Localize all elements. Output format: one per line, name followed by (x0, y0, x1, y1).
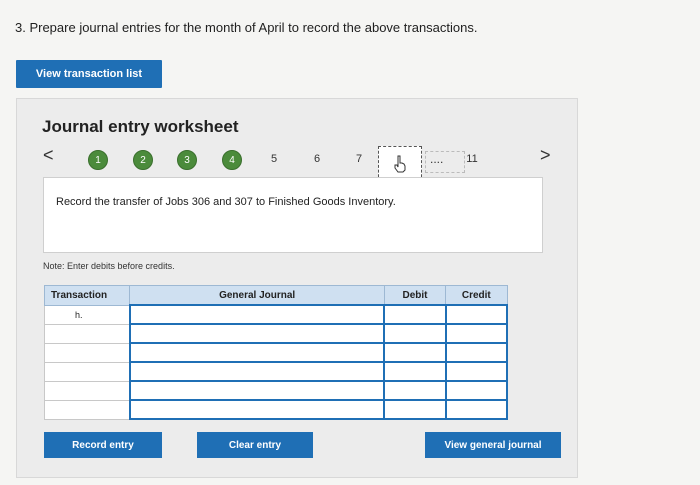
transaction-cell (43, 361, 131, 382)
step-7[interactable]: 7 (350, 150, 368, 168)
step-5[interactable]: 5 (265, 150, 283, 168)
credit-input[interactable] (444, 361, 509, 382)
account-select[interactable] (128, 323, 386, 344)
credit-input[interactable] (444, 399, 509, 420)
debit-input[interactable] (383, 323, 447, 344)
worksheet-title: Journal entry worksheet (42, 117, 239, 136)
record-entry-button[interactable]: Record entry (44, 432, 162, 458)
credit-input[interactable] (444, 304, 509, 325)
table-row (43, 361, 509, 382)
credit-input[interactable] (444, 380, 509, 401)
transaction-cell: h. (43, 304, 131, 325)
account-select[interactable] (128, 304, 386, 325)
more-steps[interactable]: .... (425, 151, 465, 173)
question-text: 3. Prepare journal entries for the month… (15, 20, 478, 35)
view-transaction-list-button[interactable]: View transaction list (16, 60, 162, 88)
step-1[interactable]: 1 (88, 150, 108, 170)
step-6[interactable]: 6 (308, 150, 326, 168)
step-2[interactable]: 2 (133, 150, 153, 170)
credit-input[interactable] (444, 342, 509, 363)
account-select[interactable] (128, 361, 386, 382)
transaction-cell (43, 323, 131, 344)
next-arrow-icon[interactable]: > (540, 145, 551, 166)
step-11[interactable]: 11 (463, 150, 481, 168)
header-credit: Credit (445, 285, 508, 306)
header-transaction: Transaction (43, 285, 131, 306)
clear-entry-button[interactable]: Clear entry (197, 432, 313, 458)
header-debit: Debit (383, 285, 447, 306)
debit-input[interactable] (383, 304, 447, 325)
prev-arrow-icon[interactable]: < (43, 145, 54, 166)
instruction-box: Record the transfer of Jobs 306 and 307 … (43, 177, 543, 253)
account-select[interactable] (128, 342, 386, 363)
step-4[interactable]: 4 (222, 150, 242, 170)
table-row: h. (43, 304, 509, 325)
transaction-cell (43, 342, 131, 363)
journal-entry-worksheet: Journal entry worksheet < > 1 2 3 4 5 6 … (16, 98, 578, 478)
journal-table: Transaction General Journal Debit Credit… (43, 285, 509, 420)
table-header-row: Transaction General Journal Debit Credit (43, 285, 508, 306)
debit-input[interactable] (383, 380, 447, 401)
credit-input[interactable] (444, 323, 509, 344)
step-3[interactable]: 3 (177, 150, 197, 170)
table-row (43, 342, 509, 363)
debit-input[interactable] (383, 342, 447, 363)
table-row (43, 380, 509, 401)
note-text: Note: Enter debits before credits. (43, 261, 175, 271)
debit-input[interactable] (383, 361, 447, 382)
hand-pointer-icon (394, 155, 406, 173)
table-row (43, 323, 509, 344)
transaction-cell (43, 380, 131, 401)
debit-input[interactable] (383, 399, 447, 420)
view-general-journal-button[interactable]: View general journal (425, 432, 561, 458)
table-row (43, 399, 509, 420)
account-select[interactable] (128, 380, 386, 401)
header-general-journal: General Journal (129, 285, 385, 306)
instruction-text: Record the transfer of Jobs 306 and 307 … (56, 196, 396, 208)
transaction-cell (43, 399, 131, 420)
account-select[interactable] (128, 399, 386, 420)
